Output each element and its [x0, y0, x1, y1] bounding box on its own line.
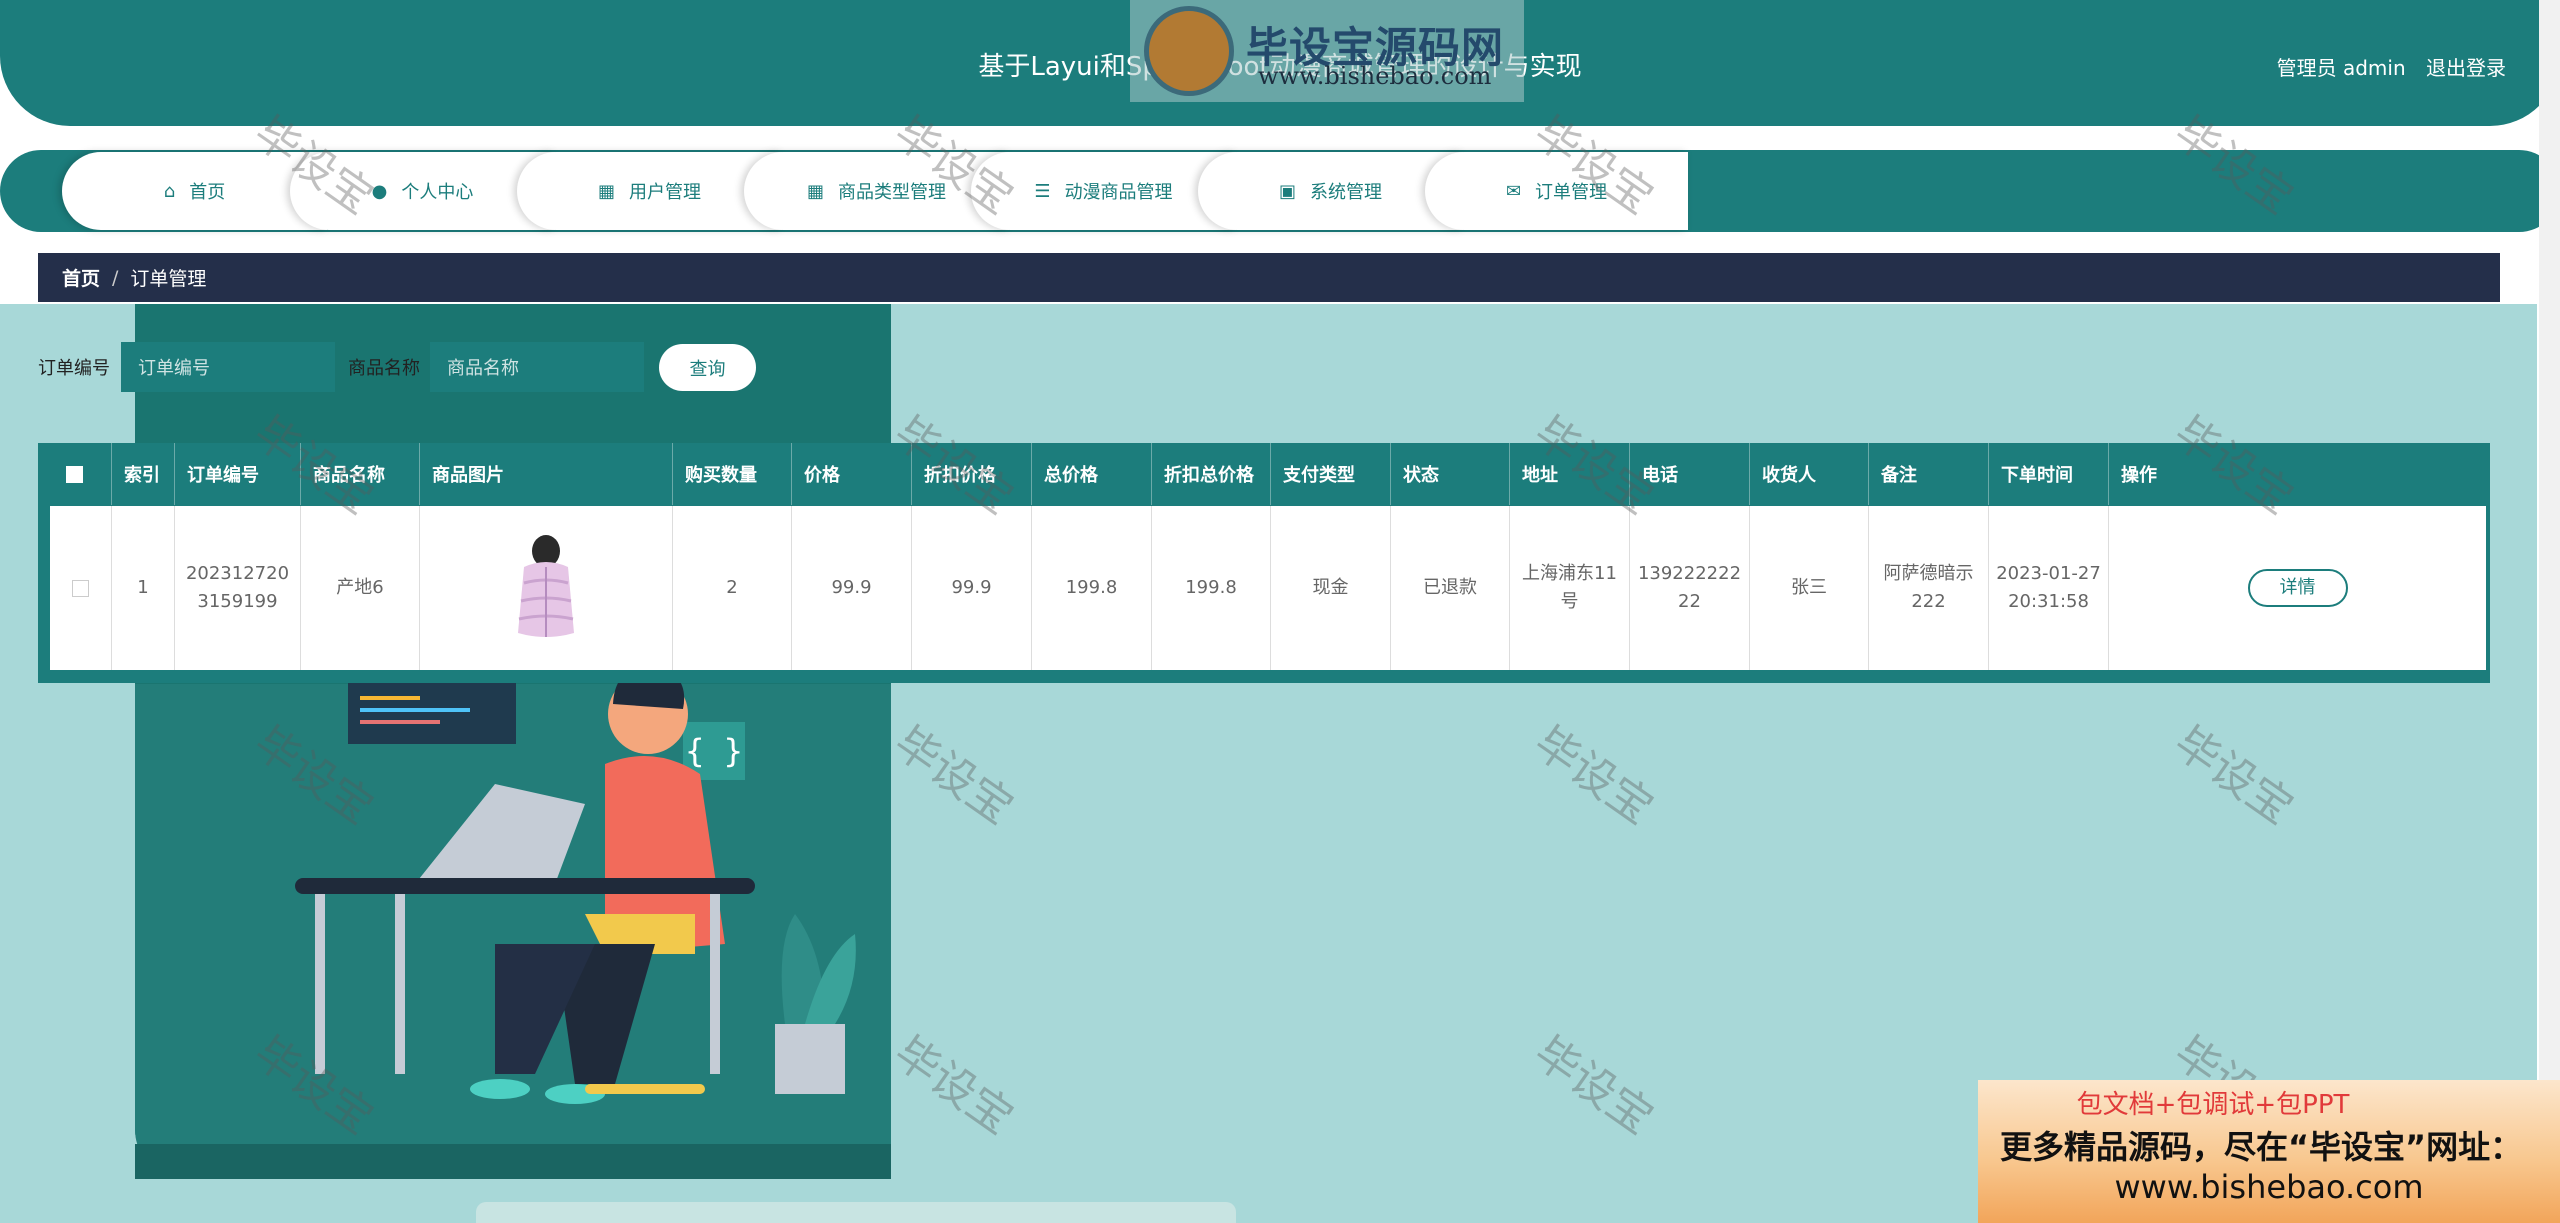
background-illustration: { }	[135, 304, 891, 1179]
promo-top-text: 包文档+包调试+包PPT	[2076, 1090, 2350, 1120]
cell-address: 上海浦东11号	[1510, 506, 1630, 670]
product-name-label: 商品名称	[348, 358, 420, 379]
cell-order-no: 2023127203159199	[175, 506, 301, 670]
admin-label: 管理员 admin	[2276, 56, 2406, 80]
row-checkbox[interactable]	[72, 579, 89, 597]
breadcrumb-home[interactable]: 首页	[62, 264, 100, 291]
th-status: 状态	[1391, 443, 1510, 505]
nav-label: 用户管理	[629, 182, 701, 203]
th-pay-type: 支付类型	[1271, 443, 1391, 505]
cell-discount-price: 99.9	[912, 506, 1032, 670]
chat-icon: ✉	[1505, 180, 1522, 202]
detail-button[interactable]: 详情	[2247, 569, 2348, 607]
th-quantity: 购买数量	[673, 443, 792, 505]
cell-total-price: 199.8	[1032, 506, 1152, 670]
select-all-checkbox[interactable]	[66, 465, 83, 483]
breadcrumb: 首页 / 订单管理	[38, 253, 2500, 302]
developer-at-desk-illustration: { }	[135, 665, 891, 1179]
cell-product-image	[420, 506, 673, 670]
logo-seal-icon	[1144, 6, 1234, 96]
grid-icon: ▦	[806, 180, 824, 202]
nav-item-user-mgmt[interactable]: ▦ 用户管理	[517, 152, 782, 230]
th-remark: 备注	[1869, 443, 1989, 505]
nav-item-system-mgmt[interactable]: ▣ 系统管理	[1198, 152, 1463, 230]
wallet-icon: ▣	[1278, 180, 1296, 202]
cell-receiver: 张三	[1750, 506, 1869, 670]
breadcrumb-current: 订单管理	[130, 268, 207, 290]
home-icon: ⌂	[163, 180, 176, 202]
list-icon: ☰	[1034, 180, 1051, 202]
cell-discount-total: 199.8	[1152, 506, 1271, 670]
page-scrollbar[interactable]	[2539, 0, 2560, 1223]
header-select-all[interactable]	[38, 443, 112, 505]
logo-url: www.bishebao.com	[1258, 62, 1492, 90]
grid-icon: ▦	[597, 180, 615, 202]
row-select-cell[interactable]	[50, 506, 112, 670]
nav-label: 系统管理	[1310, 182, 1382, 203]
th-receiver: 收货人	[1750, 443, 1869, 505]
bottom-decoration	[476, 1202, 1236, 1223]
promo-banner: 包文档+包调试+包PPT 更多精品源码，尽在“毕设宝”网址： www.bishe…	[1978, 1080, 2560, 1223]
th-discount-total: 折扣总价格	[1152, 443, 1271, 505]
th-total-price: 总价格	[1032, 443, 1152, 505]
promo-url: www.bishebao.com	[2114, 1168, 2424, 1206]
pink-puffer-vest-image[interactable]	[506, 533, 586, 643]
th-order-time: 下单时间	[1989, 443, 2109, 505]
cell-product-name: 产地6	[301, 506, 420, 670]
cell-pay-type: 现金	[1271, 506, 1391, 670]
th-product-image: 商品图片	[420, 443, 673, 505]
logout-link[interactable]: 退出登录	[2426, 56, 2506, 80]
cell-status: 已退款	[1391, 506, 1510, 670]
query-button[interactable]: 查询	[659, 344, 756, 391]
cell-price: 99.9	[792, 506, 912, 670]
cell-action: 详情	[2109, 506, 2486, 670]
nav-label: 首页	[189, 182, 226, 203]
site-logo-watermark: 毕设宝源码网 www.bishebao.com	[1130, 0, 1524, 102]
promo-mid-text: 更多精品源码，尽在“毕设宝”网址：	[2000, 1128, 2523, 1166]
cell-order-time: 2023-01-27 20:31:58	[1989, 506, 2109, 670]
order-no-input[interactable]: 订单编号	[121, 342, 335, 392]
product-name-input[interactable]: 商品名称	[430, 342, 644, 392]
cell-index: 1	[112, 506, 175, 670]
user-area: 管理员 admin 退出登录	[2263, 52, 2506, 81]
cell-phone: 13922222222	[1630, 506, 1750, 670]
breadcrumb-separator: /	[112, 266, 119, 289]
nav-label: 个人中心	[401, 182, 474, 203]
svg-text:{ }: { }	[685, 732, 743, 770]
order-no-label: 订单编号	[38, 358, 110, 379]
cell-remark: 阿萨德暗示222	[1869, 506, 1989, 670]
th-index: 索引	[112, 443, 175, 505]
cell-quantity: 2	[673, 506, 792, 670]
nav-label: 动漫商品管理	[1064, 182, 1173, 203]
